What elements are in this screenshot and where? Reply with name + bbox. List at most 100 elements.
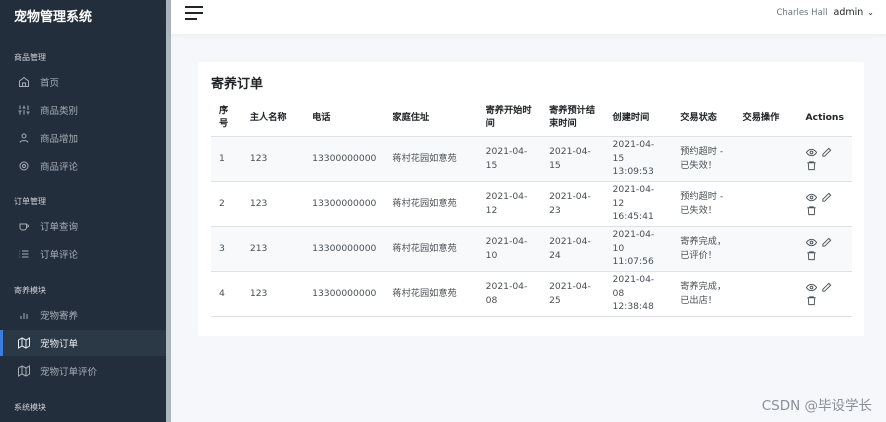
column-header: 寄养预计结束时间: [541, 100, 605, 137]
table-cell-op: [734, 181, 798, 227]
user-icon: [18, 132, 30, 144]
eye-icon[interactable]: [805, 192, 817, 203]
column-header: 主人名称: [241, 100, 305, 137]
map-icon: [18, 365, 30, 377]
card-title: 寄养订单: [211, 77, 264, 92]
table-cell-owner: 123: [241, 271, 305, 317]
table-cell-end: 2021-04-23: [541, 181, 605, 227]
sidebar-item-order-comment[interactable]: 订单评论: [0, 241, 166, 267]
table-cell-actions: [797, 181, 852, 227]
sidebar-item-pet-order-review[interactable]: 宠物订单评价: [0, 358, 166, 384]
username[interactable]: admin: [834, 7, 864, 18]
brand-title[interactable]: 宠物管理系统: [14, 6, 92, 25]
table-cell-actions: [797, 271, 852, 317]
list-icon: [18, 248, 30, 260]
sidebar-section-header: 系统模块: [14, 403, 46, 412]
column-header: 电话: [304, 100, 385, 137]
table-cell-actions: [797, 226, 852, 272]
table-cell-owner: 213: [241, 226, 305, 272]
table-cell-address: 蒋村花园如意苑: [384, 271, 478, 317]
topbar: Charles Hall admin ⌄: [171, 0, 886, 34]
avatar[interactable]: Charles Hall: [776, 8, 827, 18]
sliders-icon: [18, 104, 30, 116]
column-header: 寄养开始时间: [477, 100, 542, 137]
table-cell-op: [734, 226, 798, 272]
column-header: 创建时间: [604, 100, 673, 137]
hamburger-menu-icon[interactable]: [185, 6, 203, 22]
table-cell-status: 寄养完成，已出店！: [672, 271, 735, 317]
table-cell-op: [734, 136, 798, 182]
sidebar-item-label: 订单查询: [40, 222, 79, 233]
table-cell-status: 预约超时 - 已失效！: [672, 181, 735, 227]
table-row: 2 123 13300000000 蒋村花园如意苑 2021-04-12 2021-04-…: [211, 181, 852, 227]
table-cell-created: 2021-04-10 11:07:56: [604, 226, 673, 272]
trash-icon[interactable]: [806, 160, 817, 171]
table-cell-start: 2021-04-10: [477, 226, 542, 272]
orders-card: 寄养订单 序号 主人名称 电话 家庭住址 寄养开始时间 寄养预计结束时间 创建时…: [198, 62, 864, 336]
table-cell-status: 寄养完成，已评价！: [672, 226, 735, 272]
column-header: Actions: [797, 100, 852, 137]
sidebar-item-label: 宠物订单: [40, 339, 79, 350]
home-icon: [18, 76, 30, 88]
table-cell-actions: [797, 136, 852, 182]
coffee-icon: [18, 220, 30, 232]
sidebar-item-label: 订单评论: [40, 250, 79, 261]
table-cell-phone: 13300000000: [304, 181, 385, 227]
edit-icon[interactable]: [821, 147, 832, 158]
sidebar-item-pet-foster[interactable]: 宠物寄养: [0, 302, 166, 328]
map-icon: [18, 337, 30, 349]
column-header: 家庭住址: [384, 100, 478, 137]
sidebar-item-label: 宠物寄养: [40, 311, 79, 322]
edit-icon[interactable]: [821, 282, 832, 293]
table-cell-address: 蒋村花园如意苑: [384, 226, 478, 272]
sidebar-item-label: 商品类别: [40, 106, 79, 117]
sidebar-item-order-query[interactable]: 订单查询: [0, 213, 166, 239]
sidebar-item-label: 宠物订单评价: [40, 367, 98, 378]
trash-icon[interactable]: [806, 205, 817, 216]
table-cell-no: 4: [211, 271, 242, 317]
table-cell-end: 2021-04-15: [541, 136, 605, 182]
sidebar-item-product-category[interactable]: 商品类别: [0, 97, 166, 123]
scrollbar-thumb[interactable]: [166, 0, 171, 422]
sidebar-section-header: 寄养模块: [14, 286, 46, 295]
sidebar-item-product-add[interactable]: 商品增加: [0, 125, 166, 151]
table-cell-end: 2021-04-25: [541, 271, 605, 317]
column-header: 序号: [211, 100, 242, 137]
table-cell-no: 2: [211, 181, 242, 227]
table-cell-owner: 123: [241, 136, 305, 182]
table-cell-start: 2021-04-15: [477, 136, 542, 182]
table-cell-created: 2021-04-15 13:09:53: [604, 136, 673, 182]
table-cell-created: 2021-04-08 12:38:48: [604, 271, 673, 317]
sidebar-item-pet-order[interactable]: 宠物订单: [0, 330, 166, 356]
sidebar-item-home[interactable]: 首页: [0, 69, 166, 95]
chevron-down-icon[interactable]: ⌄: [867, 8, 874, 17]
edit-icon[interactable]: [821, 192, 832, 203]
table-cell-created: 2021-04-12 16:45:41: [604, 181, 673, 227]
orders-table: 序号 主人名称 电话 家庭住址 寄养开始时间 寄养预计结束时间 创建时间 交易状…: [211, 100, 852, 317]
trash-icon[interactable]: [806, 295, 817, 306]
user-menu[interactable]: Charles Hall admin ⌄: [776, 7, 874, 18]
eye-icon[interactable]: [805, 237, 817, 248]
edit-icon[interactable]: [821, 237, 832, 248]
trash-icon[interactable]: [806, 250, 817, 261]
table-cell-no: 1: [211, 136, 242, 182]
table-cell-phone: 13300000000: [304, 136, 385, 182]
eye-icon[interactable]: [805, 147, 817, 158]
sidebar-scrollbar[interactable]: [166, 0, 171, 422]
eye-icon[interactable]: [805, 282, 817, 293]
table-cell-op: [734, 271, 798, 317]
settings-icon: [18, 160, 30, 172]
sidebar-item-label: 商品增加: [40, 134, 79, 145]
table-cell-phone: 13300000000: [304, 226, 385, 272]
sidebar-item-label: 商品评论: [40, 162, 79, 173]
column-header: 交易状态: [672, 100, 735, 137]
table-row: 3 213 13300000000 蒋村花园如意苑 2021-04-10 2021-04-…: [211, 226, 852, 272]
sidebar-item-product-comment[interactable]: 商品评论: [0, 153, 166, 179]
table-cell-phone: 13300000000: [304, 271, 385, 317]
watermark: CSDN @毕设学长: [761, 398, 872, 414]
sidebar: 宠物管理系统 商品管理 首页 商品类别 商品增加 商品评论 订单管理 订单查询 …: [0, 0, 166, 422]
table-cell-address: 蒋村花园如意苑: [384, 136, 478, 182]
table-cell-no: 3: [211, 226, 242, 272]
table-cell-start: 2021-04-08: [477, 271, 542, 317]
table-cell-owner: 123: [241, 181, 305, 227]
